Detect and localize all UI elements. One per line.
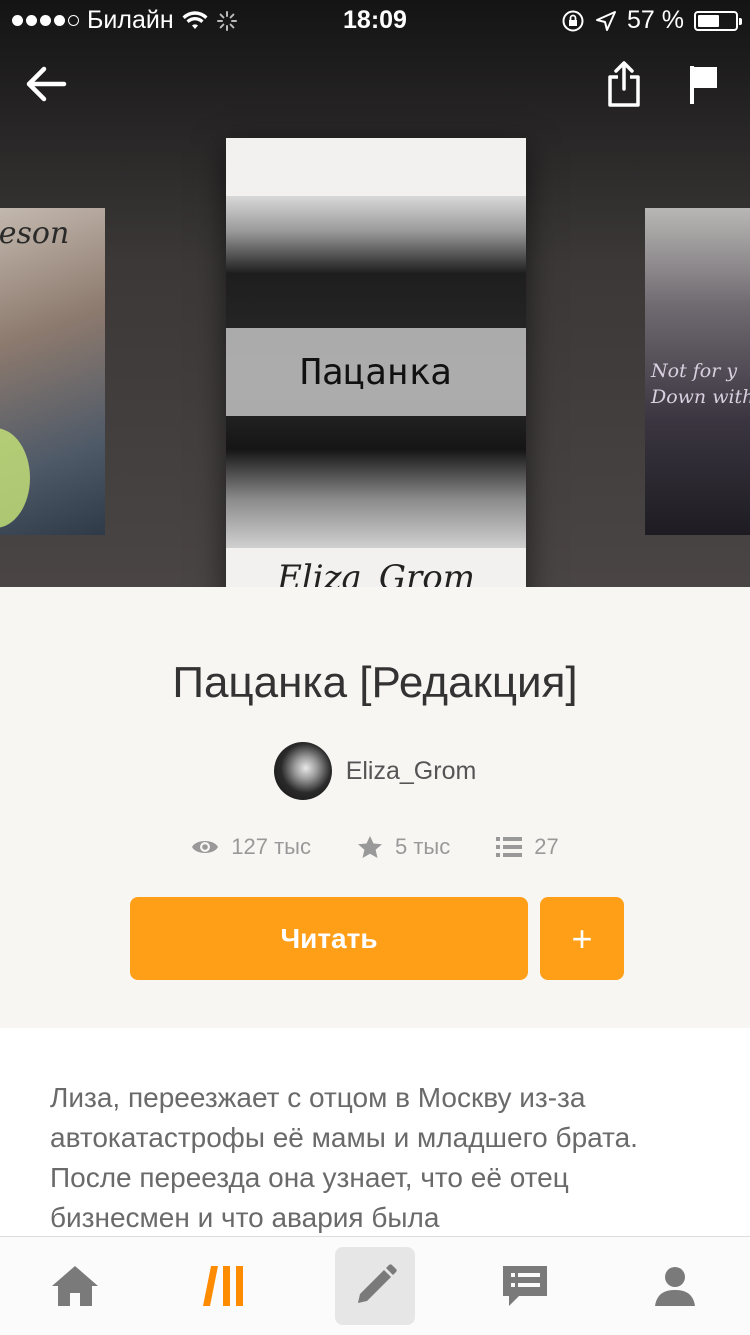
flag-icon xyxy=(690,66,717,104)
story-hero: Билайн 18:09 57 % &Jeson Пацанка Eliza_G… xyxy=(0,0,750,587)
parts-count: 27 xyxy=(534,834,559,859)
battery-icon xyxy=(694,10,742,31)
read-button[interactable]: Читать xyxy=(130,897,528,980)
chat-icon xyxy=(503,1266,547,1306)
author-avatar[interactable] xyxy=(273,742,332,800)
cover-title-band: Пацанка xyxy=(226,328,526,416)
cover-title: Пацанка xyxy=(300,351,452,393)
eye-icon xyxy=(192,841,219,853)
share-icon xyxy=(608,61,640,107)
story-stats: 127 тыс 5 тыс 27 xyxy=(0,834,750,860)
story-description: Лиза, переезжает с отцом в Москву из-за … xyxy=(50,1082,638,1233)
status-bar: Билайн 18:09 57 % xyxy=(0,0,750,40)
cover-title: Not for y Down with xyxy=(651,358,750,410)
pencil-icon xyxy=(358,1264,397,1303)
wattpad-logo-icon xyxy=(203,1266,243,1306)
reads-count: 127 тыс xyxy=(231,834,311,859)
story-title: Пацанка [Редакция] xyxy=(172,658,578,707)
cover-title-line: Down with xyxy=(651,386,750,408)
user-icon xyxy=(655,1267,695,1306)
votes-stat: 5 тыс xyxy=(357,834,450,860)
parts-stat: 27 xyxy=(496,834,559,860)
tab-bar xyxy=(0,1236,750,1335)
tab-library[interactable] xyxy=(180,1237,270,1335)
cover-title-line: Not for y xyxy=(651,360,738,382)
tab-write[interactable] xyxy=(335,1247,415,1325)
story-cover[interactable]: Пацанка Eliza_Grom xyxy=(226,138,526,587)
location-arrow-icon xyxy=(596,10,617,31)
cover-title: &Jeson xyxy=(0,216,70,251)
cover-author: Eliza_Grom xyxy=(277,558,475,587)
cover-badge xyxy=(0,428,30,528)
list-icon xyxy=(496,837,523,857)
arrow-left-icon xyxy=(26,66,67,102)
votes-count: 5 тыс xyxy=(394,834,451,859)
tab-profile[interactable] xyxy=(630,1237,720,1335)
next-story-cover[interactable]: Not for y Down with xyxy=(645,208,750,535)
reads-stat: 127 тыс xyxy=(191,834,311,860)
back-button[interactable] xyxy=(18,56,74,112)
previous-story-cover[interactable]: &Jeson xyxy=(0,208,105,535)
description-panel: Лиза, переезжает с отцом в Москву из-за … xyxy=(0,1028,750,1248)
star-icon xyxy=(357,836,382,858)
battery-percent: 57 % xyxy=(627,6,684,34)
add-to-library-button[interactable]: + xyxy=(540,897,624,980)
orientation-lock-icon xyxy=(562,10,584,31)
author-name[interactable]: Eliza_Grom xyxy=(346,757,477,786)
share-button[interactable] xyxy=(596,56,652,112)
tab-messages[interactable] xyxy=(480,1237,570,1335)
report-button[interactable] xyxy=(676,56,732,112)
tab-home[interactable] xyxy=(30,1237,120,1335)
author-row[interactable]: Eliza_Grom xyxy=(0,742,750,800)
home-icon xyxy=(52,1266,98,1306)
